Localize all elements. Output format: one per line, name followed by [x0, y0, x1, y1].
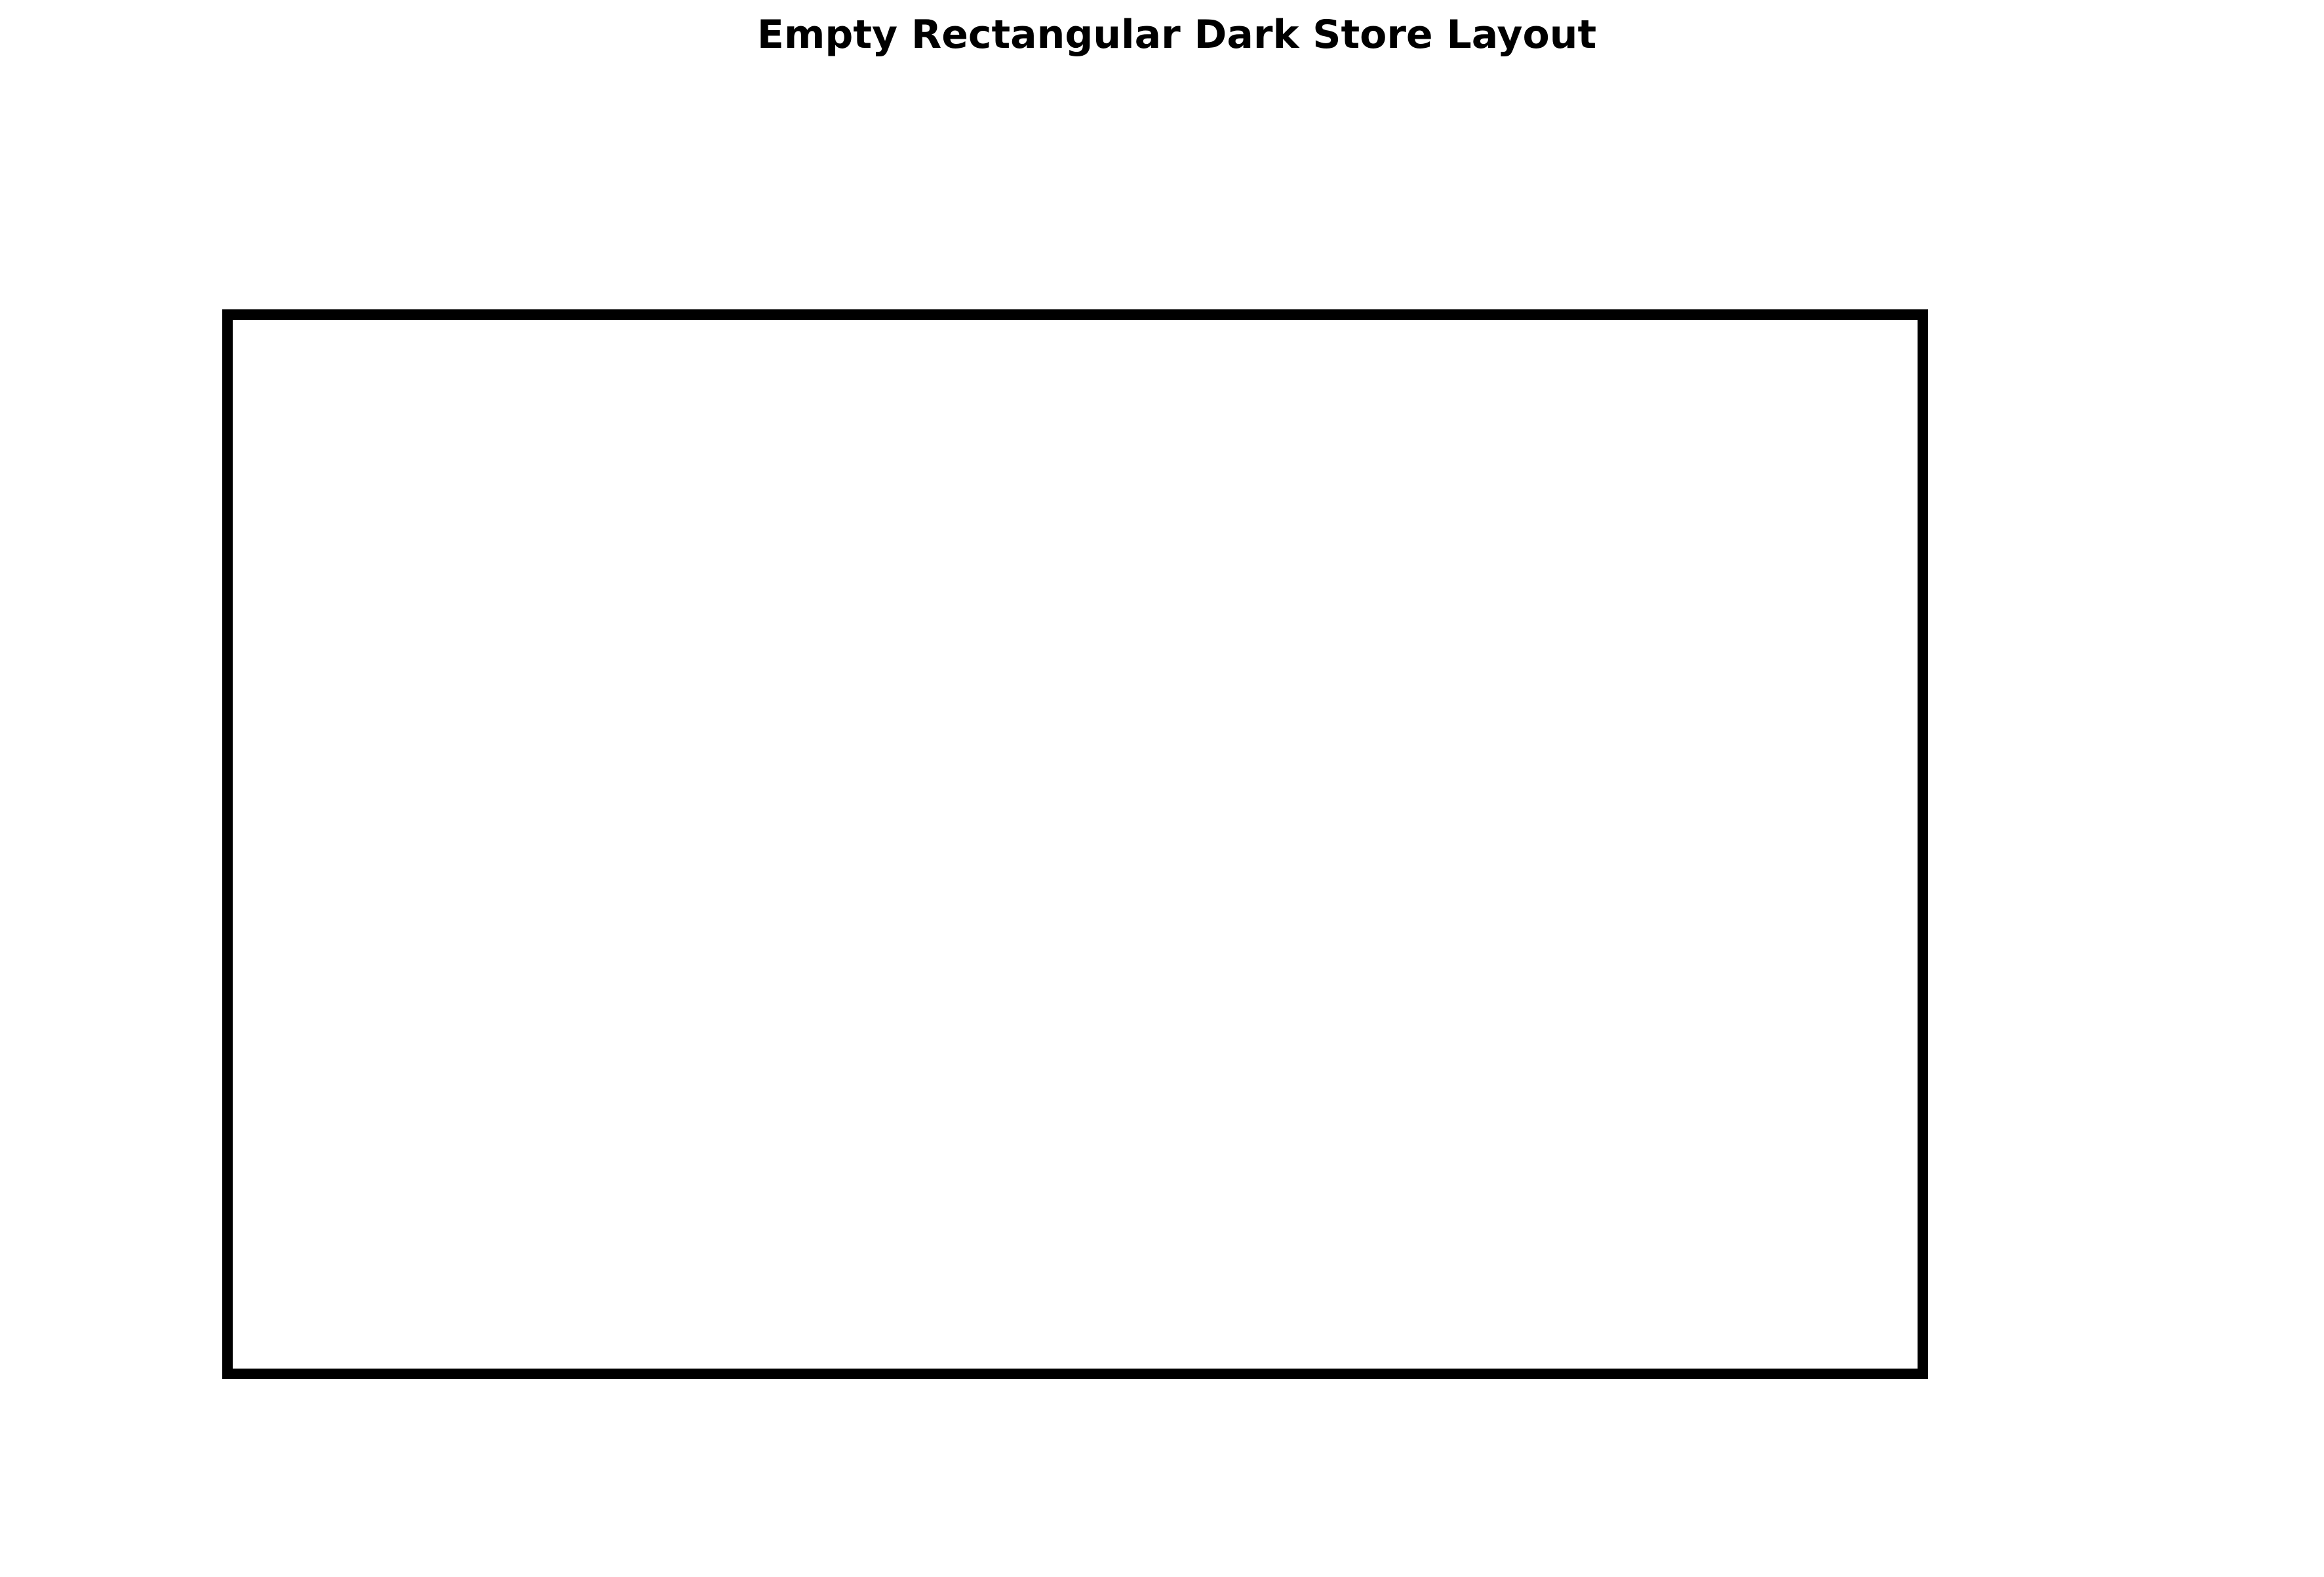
diagram-title: Empty Rectangular Dark Store Layout [757, 12, 1597, 58]
store-outline-rectangle [222, 309, 1928, 1379]
